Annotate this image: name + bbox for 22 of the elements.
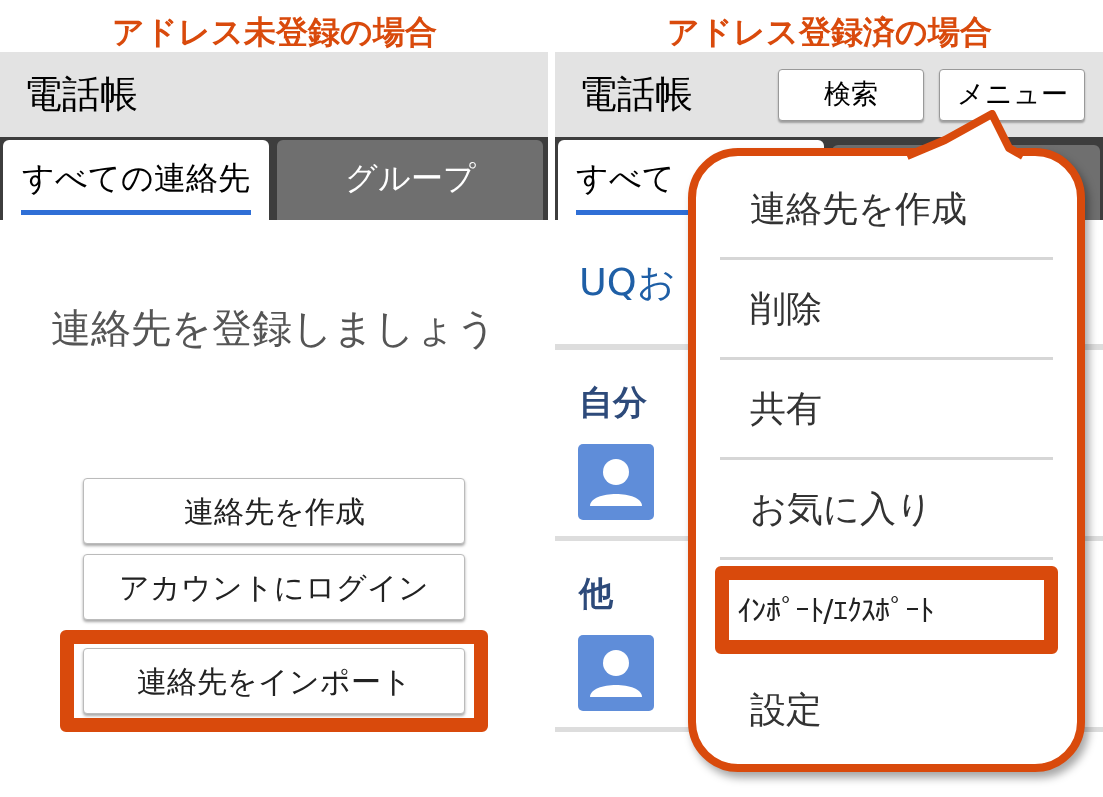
caption: アドレス未登録の場合	[111, 16, 437, 52]
action-button[interactable]: 連絡先をインポート	[83, 648, 465, 714]
person-avatar-icon	[578, 635, 654, 711]
toolbar-button[interactable]: 検索	[778, 68, 924, 121]
tab[interactable]: グループ	[277, 140, 543, 220]
app-title: 電話帳	[579, 71, 694, 118]
tab[interactable]: すべての連絡先	[3, 140, 269, 220]
menu-item[interactable]: 削除	[720, 281, 822, 336]
app-title: 電話帳	[24, 71, 138, 118]
section-header: 自分	[579, 381, 647, 424]
menu-item[interactable]: お気に入り	[720, 481, 933, 536]
caption: アドレス登録済の場合	[666, 16, 992, 52]
toolbar-button[interactable]: メニュー	[939, 68, 1085, 121]
section-header: 他	[579, 572, 613, 615]
contact-name[interactable]: UQお	[579, 253, 676, 311]
menu-item[interactable]: 共有	[720, 381, 822, 436]
empty-message: 連絡先を登録しましょう	[51, 304, 497, 353]
menu-item[interactable]: 設定	[720, 683, 822, 737]
person-avatar-icon	[578, 444, 654, 520]
action-button[interactable]: 連絡先を作成	[83, 478, 465, 544]
action-button[interactable]: アカウントにログイン	[83, 554, 465, 620]
menu-item[interactable]: ｲﾝﾎﾟｰﾄ/ｴｸｽﾎﾟｰﾄ	[729, 587, 934, 633]
